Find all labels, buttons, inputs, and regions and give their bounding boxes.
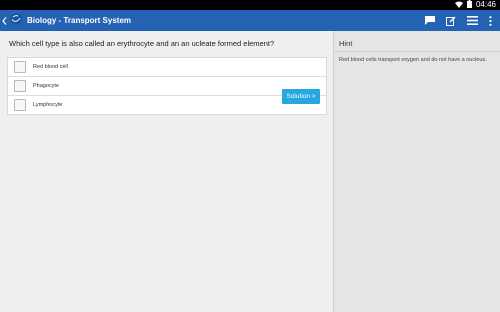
hint-pane: Hint Red blood cells transport oxygen an… (333, 31, 500, 312)
hint-title: Hint (339, 39, 353, 48)
chat-icon[interactable] (425, 16, 435, 25)
hint-text: Red blood cells transport oxygen and do … (339, 57, 487, 63)
question-text: Which cell type is also called an erythr… (9, 39, 275, 48)
checkbox[interactable] (14, 61, 26, 73)
app-logo-icon (10, 12, 22, 30)
action-bar (425, 10, 492, 31)
wifi-icon (454, 1, 463, 10)
back-chevron-icon (2, 12, 7, 30)
option-red-blood-cell[interactable]: Red blood cell (8, 58, 326, 77)
option-lymphocyte[interactable]: Lymphocyte (8, 96, 326, 114)
option-label: Phagocyte (33, 83, 59, 89)
list-menu-icon[interactable] (467, 16, 478, 25)
option-label: Lymphocyte (33, 102, 63, 108)
option-label: Red blood cell (33, 64, 68, 70)
solution-button[interactable]: Solution > (282, 89, 320, 104)
checkbox[interactable] (14, 99, 26, 111)
status-icons: 04:46 (454, 0, 496, 10)
battery-icon (466, 0, 472, 10)
option-phagocyte[interactable]: Phagocyte (8, 77, 326, 96)
overflow-menu-icon[interactable] (489, 15, 492, 26)
hint-divider (334, 51, 500, 52)
answer-options: Red blood cell Phagocyte Lymphocyte (7, 57, 327, 115)
status-bar: 04:46 (0, 0, 500, 10)
checkbox[interactable] (14, 80, 26, 92)
app-bar: Biology - Transport System (0, 10, 500, 31)
note-edit-icon[interactable] (446, 16, 456, 26)
back-button[interactable] (2, 12, 22, 30)
status-time: 04:46 (475, 0, 496, 9)
page-title: Biology - Transport System (27, 16, 132, 25)
